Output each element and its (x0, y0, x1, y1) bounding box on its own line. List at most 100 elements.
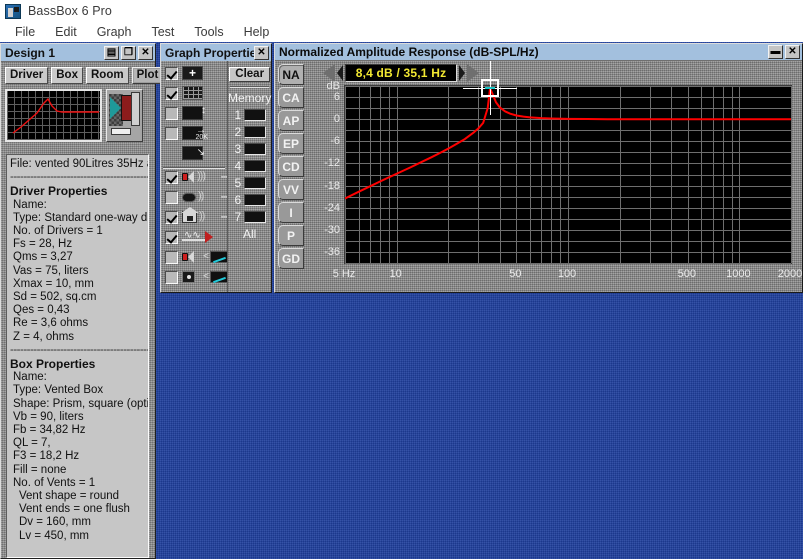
graph-type-button-p[interactable]: P (278, 225, 304, 246)
design-restore-button[interactable]: ❐ (121, 45, 136, 60)
properties-readout-panel[interactable]: File: vented 90Litres 35Hz alpine ------… (6, 154, 149, 558)
graph-window-titlebar[interactable]: Normalized Amplitude Response (dB-SPL/Hz… (275, 44, 802, 61)
menu-item-edit[interactable]: Edit (46, 23, 86, 41)
memory-all-button[interactable]: All (228, 227, 271, 241)
memory-slot-7-swatch[interactable] (244, 211, 267, 223)
driver-cone-icon (110, 97, 121, 119)
series-line (345, 87, 791, 200)
option-row-filter-response[interactable]: ∿∿ (165, 229, 227, 245)
graph-type-button-gd[interactable]: GD (278, 248, 304, 269)
response-plot[interactable]: dB 6 0 -6 -12 -18 -24 -30 -36 (324, 61, 792, 264)
cabinet-wall-icon (131, 92, 140, 126)
plot-container: dB 6 0 -6 -12 -18 -24 -30 -36 5 Hz 10 50 100 500 1000… (305, 61, 803, 288)
graph-properties-close-button[interactable]: ✕ (254, 45, 269, 60)
zoom-region-icon[interactable]: ↘ (182, 146, 206, 160)
vertical-scale-icon: ↕ (182, 106, 206, 120)
option-row-box-response[interactable]: )) (165, 189, 228, 205)
memory-slot-7[interactable]: 7 (228, 210, 271, 224)
tab-box[interactable]: Box (51, 67, 83, 84)
step-back-button[interactable] (337, 65, 343, 81)
checkbox-show-cursor-crosshair[interactable] (165, 66, 178, 80)
checkbox-driver-response[interactable] (165, 170, 178, 184)
x-axis: 5 Hz 10 50 100 500 1000 2000 (333, 268, 803, 286)
separator-2: ----------------------------------------… (10, 343, 149, 356)
option-row-room-response[interactable]: )) (165, 206, 228, 225)
option-row-frequency-20k[interactable]: → 20K (165, 125, 227, 141)
menu-item-help[interactable]: Help (235, 23, 279, 41)
coil-horn-icon: ∿∿ (182, 230, 228, 245)
checkbox-driver-impedance[interactable] (165, 250, 178, 264)
graph-type-button-i[interactable]: I (278, 202, 304, 223)
tab-plot[interactable]: Plot (131, 67, 164, 84)
option-row-driver-impedance[interactable]: < (165, 249, 228, 265)
memory-slot-3[interactable]: 3 (228, 142, 271, 156)
house-waves-icon: )) (181, 206, 228, 225)
option-row-zoom-region[interactable]: ↘ (165, 145, 227, 161)
menu-item-graph[interactable]: Graph (88, 23, 141, 41)
cursor-readout-value: 8,4 dB / 35,1 Hz (345, 64, 457, 82)
box-properties-heading: Box Properties (10, 357, 96, 372)
memory-slot-2-swatch[interactable] (244, 126, 267, 138)
graph-type-button-ap[interactable]: AP (278, 110, 304, 131)
design-window-title: Design 1 (5, 45, 56, 60)
menu-item-test[interactable]: Test (142, 23, 183, 41)
graph-window-body: NA CA AP EP CD VV I P GD 8,4 dB / 35,1 H… (275, 61, 802, 292)
memory-label: Memory (228, 91, 272, 105)
x-axis-tick-label: 500 (677, 268, 696, 280)
option-row-grid[interactable] (165, 85, 227, 101)
graph-type-button-ca[interactable]: CA (278, 87, 304, 108)
tab-driver[interactable]: Driver (5, 67, 49, 84)
option-row-vent-impedance[interactable]: < (165, 269, 228, 285)
memory-slot-5[interactable]: 5 (228, 176, 271, 190)
graph-type-button-vv[interactable]: VV (278, 179, 304, 200)
memory-slot-5-swatch[interactable] (244, 177, 267, 189)
mini-graph-curve (12, 97, 99, 134)
checkbox-autoscale-vertical[interactable] (165, 106, 178, 120)
memory-slot-6[interactable]: 6 (228, 193, 271, 207)
graph-properties-titlebar[interactable]: Graph Properties ✕ (161, 44, 271, 62)
option-row-vertical-scale[interactable]: ↕ (165, 105, 227, 121)
design-save-button[interactable]: ▤ (104, 45, 119, 60)
graph-close-button[interactable]: ✕ (785, 45, 800, 59)
memory-slot-2[interactable]: 2 (228, 125, 271, 139)
checkbox-filter-response[interactable] (165, 230, 178, 244)
vent-prop-shape: Vent shape = round (19, 490, 120, 503)
option-row-driver-response[interactable]: ))) (165, 169, 228, 185)
menu-item-tools[interactable]: Tools (185, 23, 232, 41)
enclosure-preview-icon[interactable] (106, 89, 143, 142)
memory-slot-1-swatch[interactable] (244, 109, 267, 121)
clear-memory-button[interactable]: Clear (229, 67, 271, 82)
graph-type-button-ep[interactable]: EP (278, 133, 304, 154)
option-row-crosshair[interactable]: + (165, 65, 227, 81)
memory-slot-4-swatch[interactable] (244, 160, 267, 172)
response-curve (345, 87, 791, 200)
driver-prop-sd: Sd = 502, sq.cm (13, 291, 97, 304)
graph-type-button-cd[interactable]: CD (278, 156, 304, 177)
menu-item-file[interactable]: File (6, 23, 44, 41)
design-window-titlebar[interactable]: Design 1 ▤ ❐ ✕ (1, 44, 155, 62)
checkbox-show-grid[interactable] (165, 86, 178, 100)
graph-minimize-button[interactable]: ▬ (768, 45, 783, 59)
checkbox-vent-impedance[interactable] (165, 270, 178, 284)
step-forward-fast-button[interactable] (467, 64, 479, 82)
separator-1: ----------------------------------------… (10, 171, 149, 184)
x-axis-tick-label: 100 (557, 268, 577, 280)
design-close-button[interactable]: ✕ (138, 45, 153, 60)
step-forward-button[interactable] (459, 65, 465, 81)
memory-slot-3-swatch[interactable] (244, 143, 267, 155)
mini-response-graph[interactable] (5, 89, 102, 142)
menu-bar: File Edit Graph Test Tools Help (0, 22, 803, 43)
checkbox-room-response[interactable] (165, 210, 178, 224)
x-axis-tick-label: 5 Hz (332, 268, 356, 280)
memory-slot-6-swatch[interactable] (244, 194, 267, 206)
tab-room[interactable]: Room (85, 67, 129, 84)
checkbox-box-response[interactable] (165, 190, 178, 204)
gridline-horizontal (345, 263, 791, 264)
memory-slot-4[interactable]: 4 (228, 159, 271, 173)
graph-type-button-column: NA CA AP EP CD VV I P GD (276, 62, 306, 291)
memory-slot-1[interactable]: 1 (228, 108, 271, 122)
graph-type-button-na[interactable]: NA (278, 64, 304, 85)
design-window-body: Driver Box Room Plot File: vented 90Litr… (1, 62, 171, 558)
checkbox-extend-frequency-20k[interactable] (165, 126, 178, 140)
cursor-crosshair[interactable] (463, 61, 518, 116)
